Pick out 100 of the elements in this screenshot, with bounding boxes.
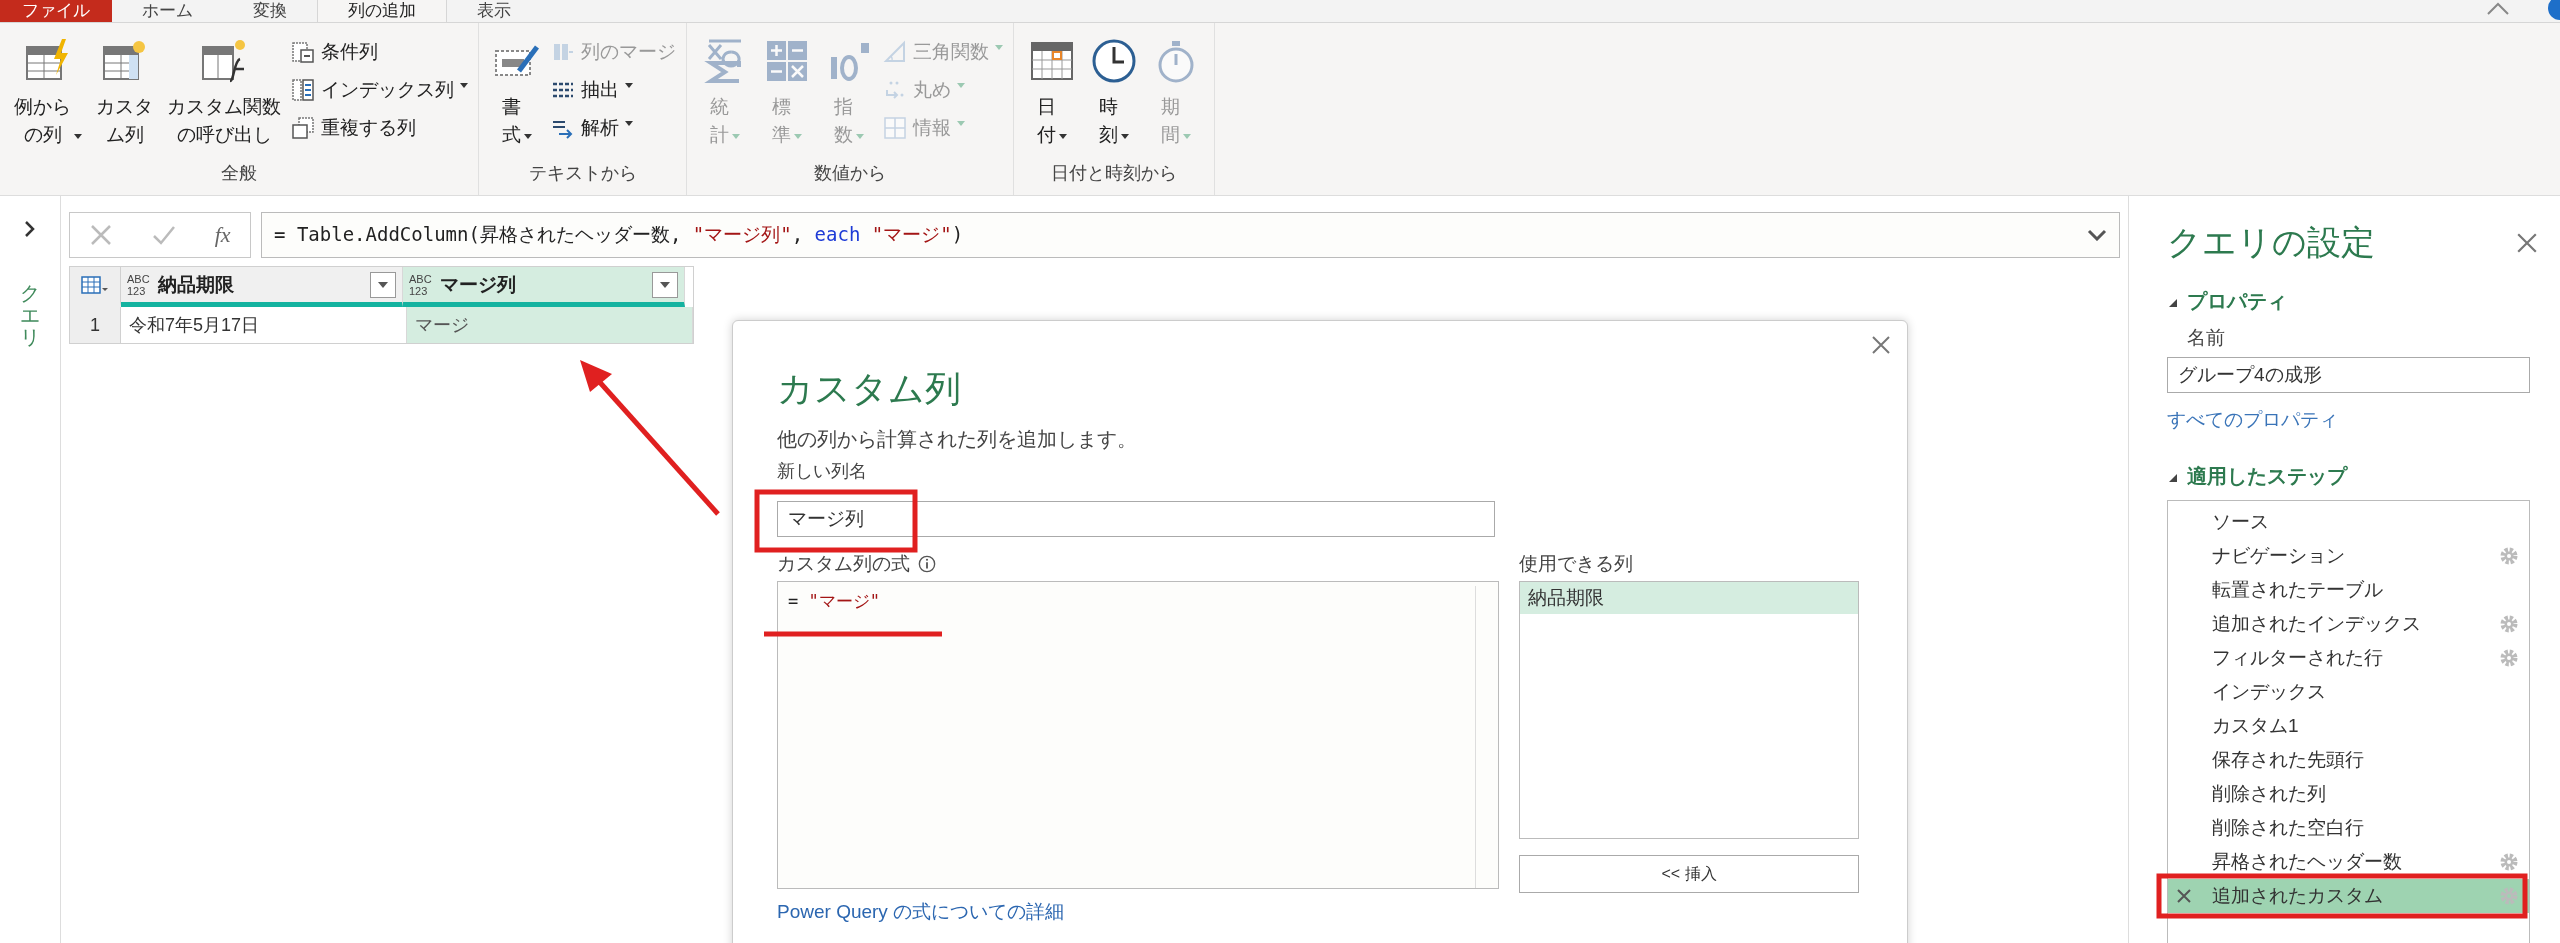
step-item[interactable]: 保存された先頭行 <box>2168 743 2529 777</box>
ribbon-button[interactable]: 例から の列 <box>10 37 86 149</box>
column-name: 納品期限 <box>157 272 235 297</box>
button-label: 時 刻 <box>1099 95 1118 147</box>
ribbon-tab[interactable]: ファイル <box>0 0 112 22</box>
group-label: 日付と時刻から <box>1050 162 1178 185</box>
close-icon[interactable] <box>1871 335 1891 355</box>
ribbon-button[interactable]: 重複する列 <box>291 113 468 143</box>
step-item[interactable]: ナビゲーション <box>2168 539 2529 573</box>
button-label: 日 付 <box>1037 95 1056 147</box>
caret-icon <box>957 120 965 126</box>
table-icon <box>81 275 109 294</box>
section-heading: プロパティ <box>2187 289 2287 314</box>
caret-icon <box>957 82 965 88</box>
group-label: テキストから <box>527 162 638 185</box>
delete-icon[interactable] <box>2176 888 2192 904</box>
ribbon-button[interactable]: カスタム関数 の呼び出し <box>163 37 285 149</box>
formula-editor[interactable]: = "マージ" <box>777 581 1499 889</box>
button-label: 書 式 <box>502 95 521 147</box>
button-label: 期 間 <box>1161 95 1180 147</box>
caret-icon <box>1183 134 1191 139</box>
button-label: カスタ ム列 <box>96 95 153 147</box>
step-item[interactable]: 削除された列 <box>2168 777 2529 811</box>
table-cell: マージ <box>407 307 693 343</box>
dialog-title: カスタム列 <box>777 367 962 411</box>
column-name: マージ列 <box>439 272 517 297</box>
ribbon-button[interactable]: 条件列 <box>291 37 468 67</box>
ribbon-tab[interactable]: 列の追加 <box>317 0 447 22</box>
caret-icon <box>74 134 82 139</box>
insert-button[interactable]: << 挿入 <box>1519 855 1859 893</box>
clock-icon <box>1090 37 1138 85</box>
information-icon <box>883 116 907 140</box>
group-label: 数値から <box>813 162 887 185</box>
filter-dropdown-button[interactable] <box>652 271 678 298</box>
ribbon-tab[interactable]: 変換 <box>223 0 317 22</box>
caret-icon <box>995 44 1003 50</box>
step-item[interactable]: 転置されたテーブル <box>2168 573 2529 607</box>
ribbon-button[interactable]: 時 刻 <box>1086 37 1142 149</box>
caret-icon <box>660 281 670 288</box>
button-label: カスタム関数 の呼び出し <box>167 95 281 147</box>
panel-title: クエリの設定 <box>2167 222 2375 263</box>
index-column-icon <box>291 78 315 102</box>
function-button[interactable]: fx <box>214 222 231 248</box>
column-name-field[interactable]: マージ列 <box>777 501 1495 537</box>
field-label: カスタム列の式 <box>777 552 910 576</box>
queries-pane-label[interactable]: クエリ <box>20 282 40 348</box>
collapse-ribbon-icon[interactable] <box>2486 2 2510 16</box>
caret-icon <box>625 82 633 88</box>
step-item[interactable]: 追加されたインデックス <box>2168 607 2529 641</box>
ribbon-tab[interactable]: 表示 <box>447 0 541 22</box>
step-item[interactable]: カスタム1 <box>2168 709 2529 743</box>
dialog-description: 他の列から計算された列を追加します。 <box>777 427 1138 452</box>
duplicate-column-icon <box>291 116 315 140</box>
triangle-icon <box>883 40 907 64</box>
ribbon-button[interactable]: カスタ ム列 <box>92 37 157 149</box>
close-icon[interactable] <box>2516 232 2538 254</box>
step-item[interactable]: フィルターされた行 <box>2168 641 2529 675</box>
ribbon-button[interactable]: 抽出 <box>551 75 676 105</box>
step-item[interactable]: インデックス <box>2168 675 2529 709</box>
button-label: 標 準 <box>772 95 791 147</box>
field-label: 新しい列名 <box>777 460 868 483</box>
button-label: 例から の列 <box>14 95 71 147</box>
expand-chevron-icon[interactable] <box>2087 229 2107 241</box>
expand-chevron-icon[interactable] <box>24 220 36 238</box>
info-icon[interactable] <box>918 555 936 573</box>
ribbon-button[interactable]: 書 式 <box>489 37 545 149</box>
ribbon-button[interactable]: インデックス列 <box>291 75 468 105</box>
all-properties-link[interactable]: すべてのプロパティ <box>2167 407 2560 433</box>
ribbon-tab[interactable]: ホーム <box>112 0 223 22</box>
section-heading: 適用したステップ <box>2187 464 2347 489</box>
step-item[interactable]: 削除された空白行 <box>2168 811 2529 845</box>
help-link[interactable]: Power Query の式についての詳細 <box>777 899 1065 925</box>
caret-icon <box>378 281 388 288</box>
query-name-field[interactable]: グループ4の成形 <box>2167 357 2530 393</box>
ribbon-button[interactable]: 日 付 <box>1024 37 1080 149</box>
row-number: 1 <box>70 307 121 343</box>
caret-icon <box>1059 134 1067 139</box>
field-label: 名前 <box>2187 326 2226 350</box>
caret-icon <box>625 120 633 126</box>
caret-icon <box>460 82 468 88</box>
field-label: 使用できる列 <box>1519 552 1634 576</box>
caret-icon <box>856 134 864 139</box>
caret-icon <box>524 134 532 139</box>
ribbon-button[interactable]: 解析 <box>551 113 676 143</box>
formula-field[interactable]: = Table.AddColumn(昇格されたヘッダー数, "マージ列", each "マージ") <box>261 212 2120 258</box>
step-item[interactable]: 昇格されたヘッダー数 <box>2168 845 2529 879</box>
conditional-column-icon <box>291 40 315 64</box>
table-menu-button[interactable] <box>70 267 121 307</box>
caret-icon <box>732 134 740 139</box>
type-label[interactable]: ABC 123 <box>409 272 432 297</box>
caret-icon <box>794 134 802 139</box>
button-label: 統 計 <box>710 95 729 147</box>
step-item[interactable]: 追加されたカスタム <box>2168 879 2529 913</box>
filter-dropdown-button[interactable] <box>370 271 396 298</box>
button-label: 指 数 <box>834 95 853 147</box>
list-item[interactable]: 納品期限 <box>1520 582 1858 614</box>
type-label[interactable]: ABC 123 <box>127 272 150 297</box>
step-item[interactable]: ソース <box>2168 505 2529 539</box>
caret-icon <box>1121 134 1129 139</box>
table-function-icon <box>200 37 248 85</box>
